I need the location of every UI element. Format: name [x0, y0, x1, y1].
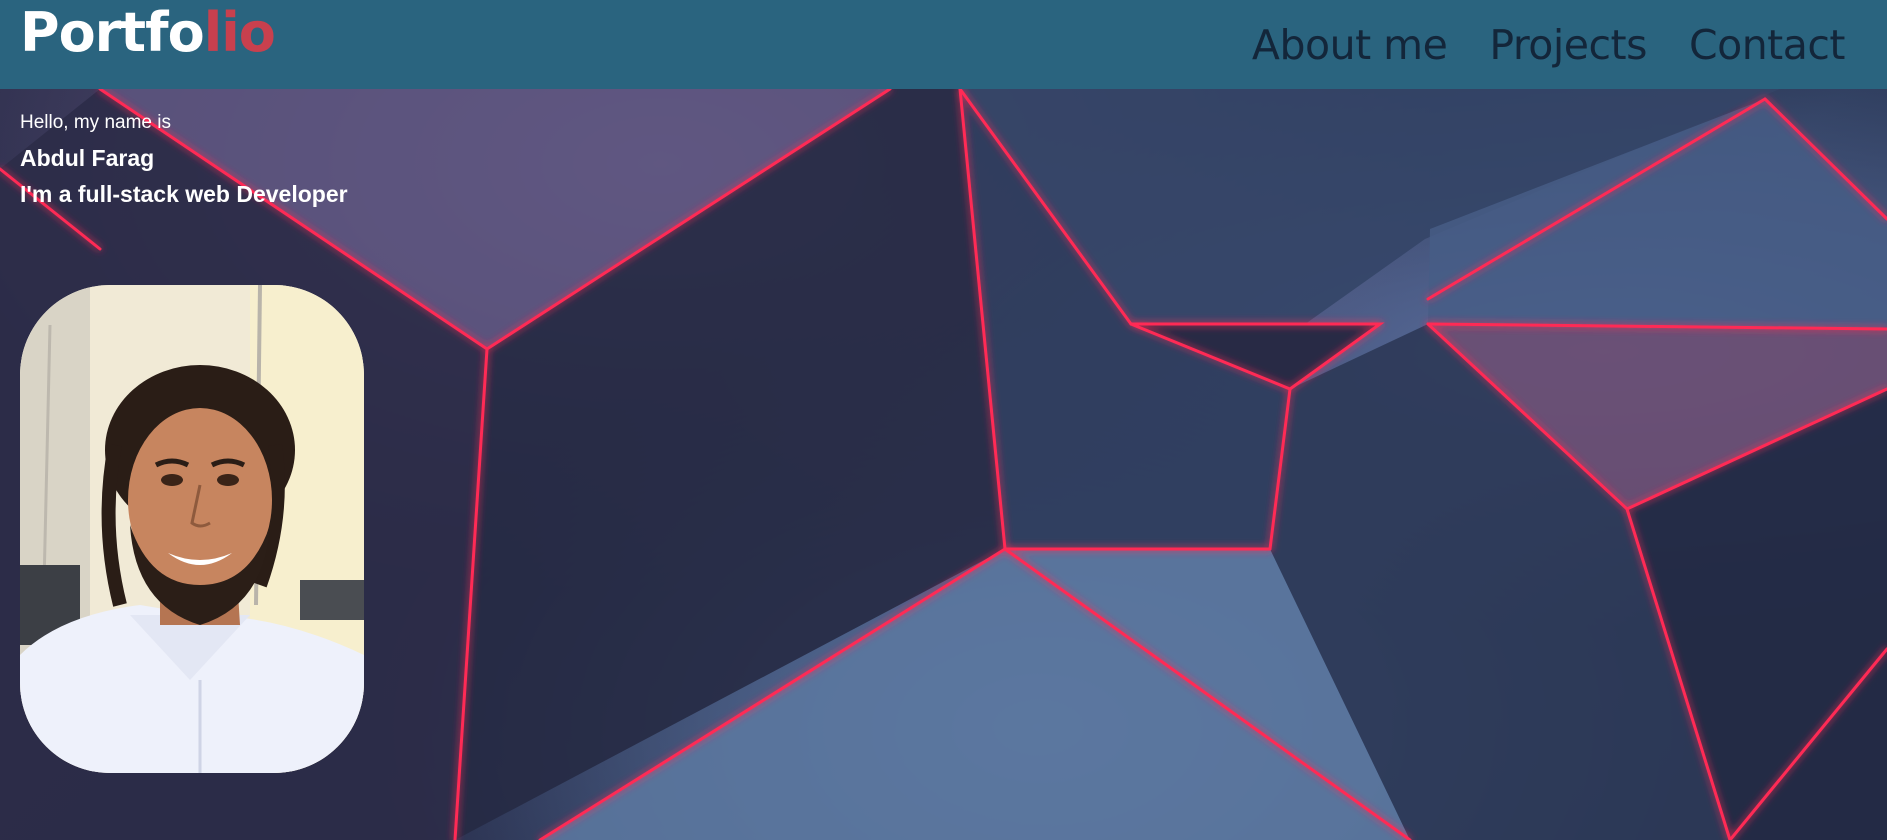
developer-name: Abdul Farag	[20, 145, 155, 171]
profile-photo	[20, 285, 364, 773]
profile-photo-image	[20, 285, 364, 773]
hero-intro: Hello, my name is Abdul Farag I'm a full…	[20, 111, 348, 208]
main-nav: About me Projects Contact	[1252, 20, 1846, 70]
logo-main-text: Portfo	[20, 1, 205, 64]
nav-link-contact[interactable]: Contact	[1689, 20, 1846, 70]
developer-role: I'm a full-stack web Developer	[20, 181, 348, 207]
navbar: Portfolio About me Projects Contact	[0, 0, 1887, 89]
nav-link-about-me[interactable]: About me	[1252, 20, 1448, 70]
portfolio-page: Portfolio About me Projects Contact Hell…	[0, 0, 1887, 840]
greeting-text: Hello, my name is	[20, 112, 171, 133]
nav-link-projects[interactable]: Projects	[1489, 20, 1647, 70]
logo[interactable]: Portfolio	[20, 1, 276, 64]
logo-accent-text: lio	[203, 1, 276, 64]
